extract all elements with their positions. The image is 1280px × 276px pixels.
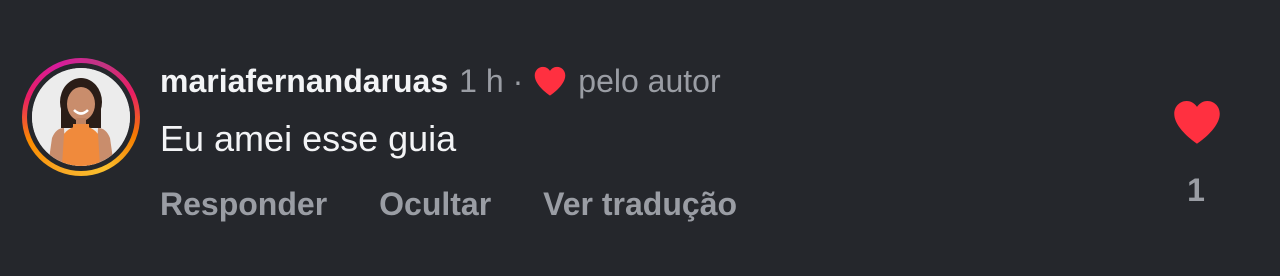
- translate-button[interactable]: Ver tradução: [543, 186, 737, 223]
- avatar-photo: [32, 68, 130, 166]
- meta-separator: ·: [512, 62, 524, 99]
- comment-text: Eu amei esse guia: [160, 118, 457, 159]
- heart-icon: [1174, 100, 1220, 144]
- reply-button[interactable]: Responder: [160, 186, 327, 223]
- comment-header: mariafernandaruas 1 h · pelo autor: [160, 60, 721, 102]
- avatar-story-ring[interactable]: [22, 58, 140, 176]
- username-link[interactable]: mariafernandaruas: [160, 63, 448, 100]
- heart-icon: [532, 65, 568, 97]
- comment-item: mariafernandaruas 1 h · pelo autor Eu am…: [0, 0, 1280, 276]
- avatar-ring-gap: [27, 63, 135, 171]
- timestamp: 1 h: [459, 62, 504, 99]
- like-count[interactable]: 1: [1176, 172, 1216, 209]
- like-button[interactable]: [1171, 98, 1223, 146]
- liked-by-author-label: pelo autor: [578, 62, 721, 99]
- comment-actions: Responder Ocultar Ver tradução: [160, 186, 737, 223]
- hide-button[interactable]: Ocultar: [379, 186, 491, 223]
- avatar[interactable]: [32, 68, 130, 166]
